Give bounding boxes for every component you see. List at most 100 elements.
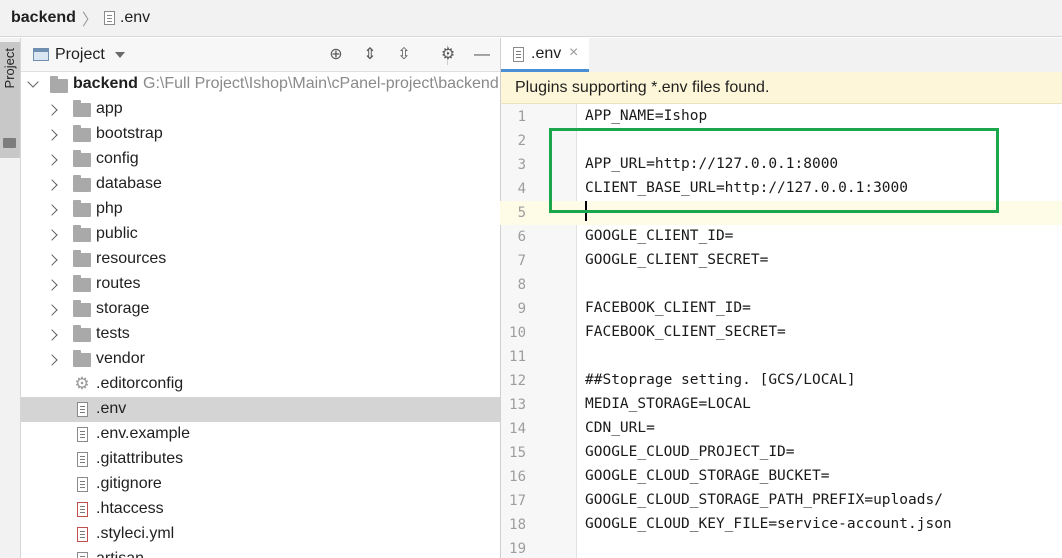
tree-item-label: config: [96, 150, 139, 167]
chevron-down-icon[interactable]: [114, 51, 125, 58]
tree-item-routes[interactable]: routes: [21, 272, 500, 297]
code-line[interactable]: GOOGLE_CLIENT_ID=: [585, 228, 733, 244]
tree-item-storage[interactable]: storage: [21, 297, 500, 322]
chevron-down-icon[interactable]: [27, 76, 39, 88]
chevron-right-icon[interactable]: [46, 179, 58, 191]
project-tree: backend G:\Full Project\Ishop\Main\cPane…: [21, 72, 500, 558]
folder-icon: [73, 250, 91, 267]
project-tool-tab-label: Project: [2, 48, 17, 89]
yml-file-icon: [77, 527, 88, 542]
tree-item-config[interactable]: config: [21, 147, 500, 172]
tree-item-resources[interactable]: resources: [21, 247, 500, 272]
htaccess-file-icon: [77, 502, 88, 517]
code-line[interactable]: CDN_URL=: [585, 420, 655, 436]
line-number: 1: [517, 109, 526, 125]
code-line[interactable]: APP_NAME=Ishop: [585, 108, 707, 124]
locate-icon[interactable]: ⊕: [327, 46, 345, 64]
tree-item-env-example[interactable]: .env.example: [21, 422, 500, 447]
breadcrumb-root[interactable]: backend: [11, 9, 76, 27]
tree-item-database[interactable]: database: [21, 172, 500, 197]
hide-icon[interactable]: —: [473, 46, 491, 64]
file-icon: [77, 552, 88, 558]
code-line[interactable]: FACEBOOK_CLIENT_ID=: [585, 300, 751, 316]
line-number: 17: [509, 493, 526, 509]
chevron-right-icon[interactable]: [46, 329, 58, 341]
line-number: 13: [509, 397, 526, 413]
code-line[interactable]: FACEBOOK_CLIENT_SECRET=: [585, 324, 786, 340]
tool-window-strip: Project: [0, 38, 21, 558]
code-line[interactable]: GOOGLE_CLOUD_STORAGE_BUCKET=: [585, 468, 829, 484]
line-number: 18: [509, 517, 526, 533]
tree-root-row[interactable]: backend G:\Full Project\Ishop\Main\cPane…: [21, 72, 500, 97]
tree-item-php[interactable]: php: [21, 197, 500, 222]
tab-label: .env: [531, 45, 562, 62]
chevron-right-icon[interactable]: [46, 104, 58, 116]
line-number: 10: [509, 325, 526, 341]
folder-icon: [73, 325, 91, 342]
tree-item-label: vendor: [96, 350, 145, 367]
tree-item-label: .styleci.yml: [96, 525, 175, 542]
tree-item-label: storage: [96, 300, 150, 317]
tree-item-env[interactable]: .env: [21, 397, 500, 422]
line-number: 12: [509, 373, 526, 389]
chevron-right-icon[interactable]: [46, 154, 58, 166]
tree-item-label: routes: [96, 275, 141, 292]
code-line[interactable]: GOOGLE_CLOUD_KEY_FILE=service-account.js…: [585, 516, 952, 532]
tree-item-label: .env: [96, 400, 127, 417]
tree-item-public[interactable]: public: [21, 222, 500, 247]
folder-icon: [73, 225, 91, 242]
code-line[interactable]: ##Stoprage setting. [GCS/LOCAL]: [585, 372, 856, 388]
tab-env[interactable]: .env ×: [501, 38, 589, 72]
breadcrumb-separator: 〉: [81, 12, 98, 29]
chevron-right-icon[interactable]: [46, 354, 58, 366]
line-number: 7: [517, 253, 526, 269]
collapse-all-icon[interactable]: ⇳: [395, 46, 413, 64]
chevron-right-icon[interactable]: [46, 304, 58, 316]
chevron-right-icon[interactable]: [46, 129, 58, 141]
tree-item-label: .editorconfig: [96, 375, 184, 392]
expand-all-icon[interactable]: ⇕: [361, 46, 379, 64]
line-number: 11: [509, 349, 526, 365]
line-number: 19: [509, 541, 526, 557]
chevron-right-icon[interactable]: [46, 204, 58, 216]
file-icon: [103, 11, 115, 25]
gear-icon[interactable]: ⚙: [439, 46, 457, 64]
tree-item-artisan[interactable]: artisan: [21, 547, 500, 558]
close-icon[interactable]: ×: [569, 44, 578, 62]
tree-item-app[interactable]: app: [21, 97, 500, 122]
line-number: 5: [517, 205, 526, 221]
tree-item-label: public: [96, 225, 138, 242]
tree-item-gitignore[interactable]: .gitignore: [21, 472, 500, 497]
project-view-selector[interactable]: Project: [55, 46, 105, 64]
folder-icon: [73, 125, 91, 142]
chevron-right-icon[interactable]: [46, 279, 58, 291]
banner-text: Plugins supporting *.env files found.: [515, 79, 770, 96]
chevron-right-icon[interactable]: [46, 229, 58, 241]
tree-item-gitattributes[interactable]: .gitattributes: [21, 447, 500, 472]
tree-item-styleci[interactable]: .styleci.yml: [21, 522, 500, 547]
editor-tab-bar: .env ×: [500, 38, 1062, 72]
tree-item-htaccess[interactable]: .htaccess: [21, 497, 500, 522]
tree-item-label: .gitignore: [96, 475, 162, 492]
code-line[interactable]: GOOGLE_CLOUD_STORAGE_PATH_PREFIX=uploads…: [585, 492, 943, 508]
line-number: 6: [517, 229, 526, 245]
tree-item-label: artisan: [96, 550, 144, 558]
code-line[interactable]: GOOGLE_CLIENT_SECRET=: [585, 252, 768, 268]
code-line[interactable]: MEDIA_STORAGE=LOCAL: [585, 396, 751, 412]
tree-item-label: database: [96, 175, 162, 192]
folder-icon: [73, 200, 91, 217]
file-icon: [77, 452, 88, 467]
folder-icon: [73, 150, 91, 167]
code-line[interactable]: GOOGLE_CLOUD_PROJECT_ID=: [585, 444, 795, 460]
gitignore-file-icon: [77, 477, 88, 492]
breadcrumb-file[interactable]: .env: [120, 9, 150, 27]
folder-icon: [73, 175, 91, 192]
chevron-right-icon[interactable]: [46, 254, 58, 266]
annotation-highlight-box: [549, 128, 999, 213]
project-tool-tab[interactable]: Project: [0, 42, 20, 158]
tree-item-tests[interactable]: tests: [21, 322, 500, 347]
line-number: 14: [509, 421, 526, 437]
tree-item-bootstrap[interactable]: bootstrap: [21, 122, 500, 147]
tree-item-editorconfig[interactable]: ⚙ .editorconfig: [21, 372, 500, 397]
tree-item-vendor[interactable]: vendor: [21, 347, 500, 372]
